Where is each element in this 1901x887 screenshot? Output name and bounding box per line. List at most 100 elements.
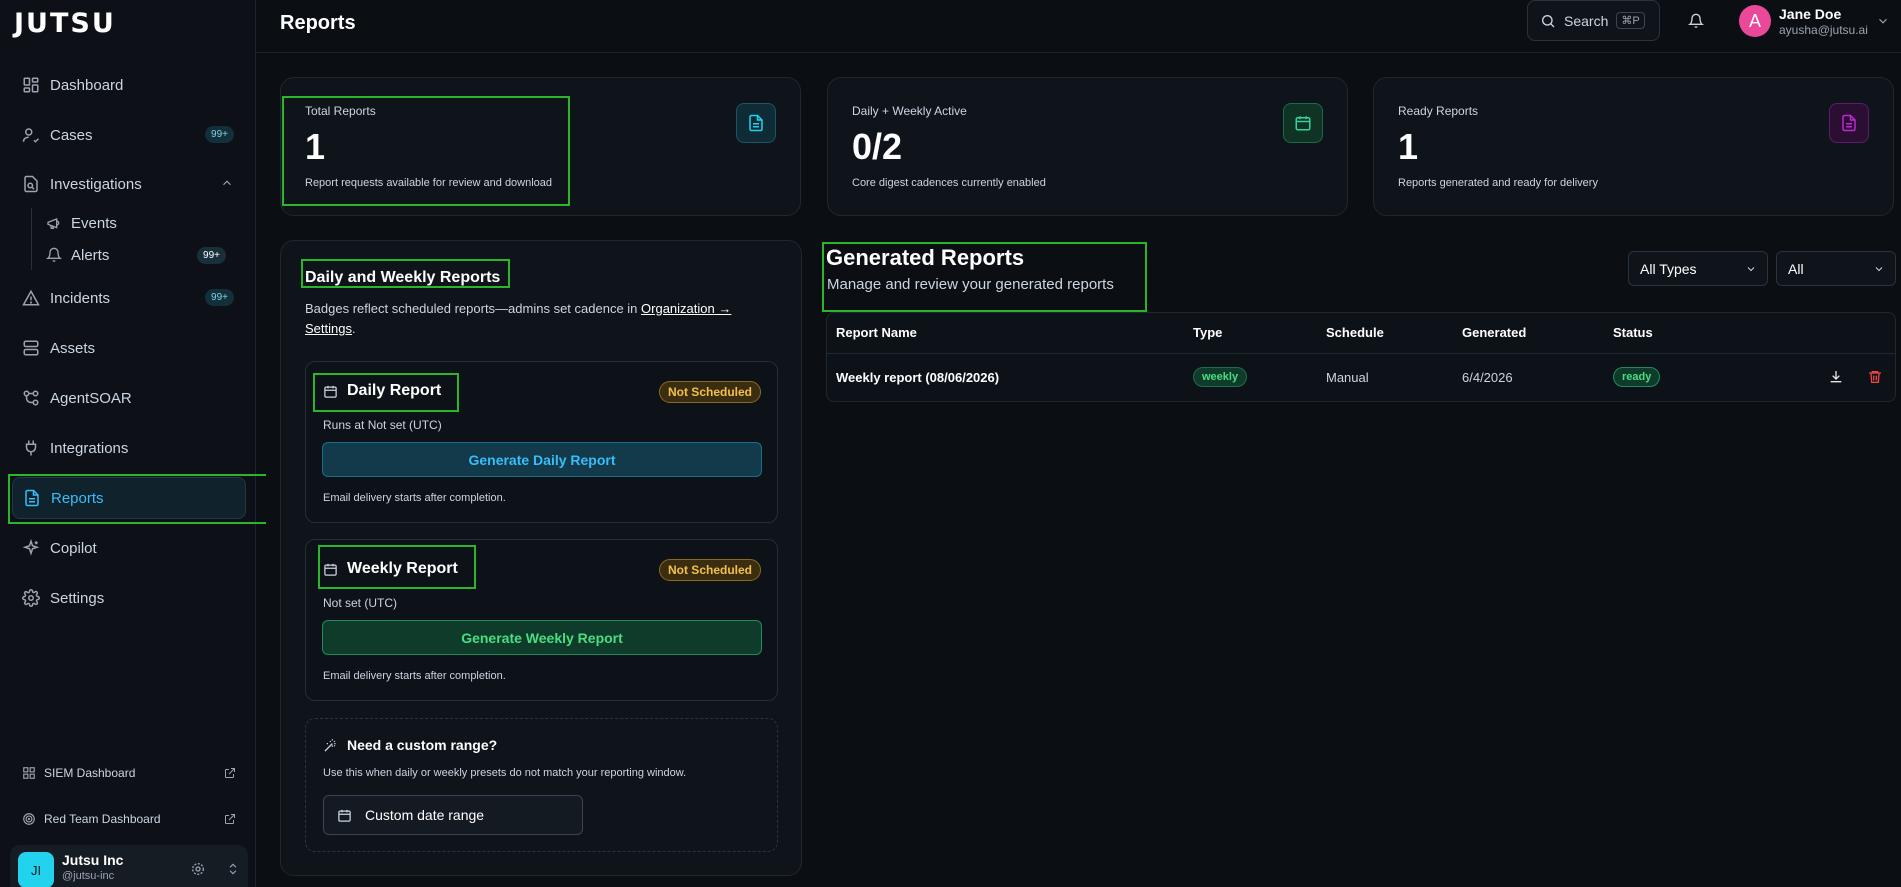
- column-header[interactable]: Generated: [1462, 325, 1526, 340]
- status-badge: Not Scheduled: [658, 559, 761, 581]
- sidebar-item-label: Incidents: [50, 289, 111, 307]
- report-name: Weekly report (08/06/2026): [836, 370, 1000, 385]
- daily-report-note: Email delivery starts after completion.: [323, 492, 506, 504]
- chevron-down-icon[interactable]: [1876, 14, 1890, 28]
- sidebar-item-label: Reports: [51, 489, 104, 507]
- custom-date-range-label: Custom date range: [365, 807, 485, 823]
- download-icon[interactable]: [1828, 369, 1844, 385]
- row-divider: [827, 353, 1895, 354]
- sidebar-item-cases[interactable]: Cases 99+: [12, 114, 246, 156]
- column-header[interactable]: Type: [1193, 325, 1222, 340]
- search-label: Search: [1564, 12, 1609, 29]
- stat-desc: Report requests available for review and…: [305, 177, 553, 189]
- red-team-dashboard-link[interactable]: Red Team Dashboard: [22, 807, 236, 831]
- search-shortcut: ⌘P: [1616, 12, 1645, 29]
- weekly-report-title-text: Weekly Report: [347, 560, 458, 577]
- stat-value: 1: [1398, 126, 1419, 167]
- org-switcher[interactable]: JI Jutsu Inc @jutsu-inc: [10, 845, 248, 887]
- sidebar-item-incidents[interactable]: Incidents 99+: [12, 277, 246, 319]
- daily-report-card: Daily Report Not Scheduled Runs at Not s…: [305, 361, 778, 523]
- status-badge: Not Scheduled: [658, 381, 761, 403]
- chevron-up-icon[interactable]: [220, 176, 234, 190]
- panel-title: Daily and Weekly Reports: [305, 269, 501, 286]
- trash-icon[interactable]: [1867, 369, 1883, 385]
- sidebar-item-label: AgentSOAR: [50, 389, 132, 407]
- sidebar-item-assets[interactable]: Assets: [12, 327, 246, 369]
- sidebar-item-label: Investigations: [50, 175, 142, 193]
- search-icon: [1540, 13, 1556, 29]
- weekly-report-runs: Not set (UTC): [323, 596, 398, 610]
- file-check-icon: [1840, 114, 1858, 132]
- count-badge: 99+: [205, 289, 234, 306]
- search-button[interactable]: Search ⌘P: [1527, 0, 1660, 41]
- column-header[interactable]: Report Name: [836, 325, 917, 340]
- stat-card-ready: Ready Reports 1 Reports generated and re…: [1373, 77, 1894, 216]
- count-badge: 99+: [197, 247, 226, 264]
- sidebar-item-copilot[interactable]: Copilot: [12, 527, 246, 569]
- sidebar-item-events[interactable]: Events: [46, 208, 236, 238]
- daily-report-title: Daily Report: [323, 382, 441, 400]
- stat-desc: Core digest cadences currently enabled: [852, 177, 1046, 189]
- column-header[interactable]: Status: [1613, 325, 1653, 340]
- plug-icon: [22, 439, 40, 457]
- stat-label: Daily + Weekly Active: [852, 104, 967, 118]
- sidebar: JUTSU Dashboard Cases 99+ Investigations…: [0, 0, 266, 887]
- org-name: Jutsu Inc: [62, 852, 124, 868]
- column-header[interactable]: Schedule: [1326, 325, 1384, 340]
- sidebar-item-label: Events: [71, 214, 117, 232]
- notification-bell-icon[interactable]: [1688, 13, 1704, 29]
- sidebar-item-agentsoar[interactable]: AgentSOAR: [12, 377, 246, 419]
- generate-daily-report-button[interactable]: Generate Daily Report: [322, 442, 762, 477]
- sidebar-item-reports[interactable]: Reports: [12, 477, 246, 519]
- type-filter-select[interactable]: All Types: [1628, 251, 1768, 286]
- user-name: Jane Doe: [1779, 6, 1842, 22]
- sparkle-icon: [22, 539, 40, 557]
- status-filter-value: All: [1788, 260, 1804, 277]
- target-icon: [22, 812, 36, 826]
- avatar[interactable]: A: [1739, 5, 1771, 37]
- sidebar-item-investigations[interactable]: Investigations: [12, 163, 246, 205]
- external-link-icon: [224, 813, 236, 825]
- megaphone-icon: [46, 215, 62, 231]
- daily-report-runs: Runs at Not set (UTC): [323, 418, 442, 432]
- type-filter-value: All Types: [1640, 260, 1697, 277]
- calendar-icon: [323, 562, 338, 577]
- custom-date-range-button[interactable]: Custom date range: [323, 795, 583, 835]
- chevron-down-icon: [1873, 263, 1885, 275]
- stat-icon-box: [736, 103, 776, 143]
- status-badge: ready: [1613, 367, 1661, 387]
- cases-icon: [22, 126, 40, 144]
- siem-dashboard-link[interactable]: SIEM Dashboard: [22, 761, 236, 785]
- file-text-icon: [747, 114, 765, 132]
- external-link-icon: [224, 767, 236, 779]
- status-filter-select[interactable]: All: [1776, 251, 1896, 286]
- sidebar-item-label: Cases: [50, 126, 93, 144]
- calendar-icon: [323, 384, 338, 399]
- server-icon: [22, 339, 40, 357]
- custom-range-title: Need a custom range?: [323, 737, 497, 753]
- org-avatar: JI: [18, 852, 54, 887]
- warning-icon: [22, 289, 40, 307]
- stat-icon-box: [1829, 103, 1869, 143]
- bell-icon: [46, 247, 62, 263]
- stat-card-active: Daily + Weekly Active 0/2 Core digest ca…: [827, 77, 1348, 216]
- type-badge: weekly: [1193, 367, 1248, 387]
- gear-icon[interactable]: [190, 861, 206, 877]
- weekly-report-title: Weekly Report: [323, 560, 458, 578]
- report-schedule: Manual: [1326, 370, 1369, 385]
- dashboard-icon: [22, 76, 40, 94]
- generate-weekly-report-button[interactable]: Generate Weekly Report: [322, 620, 762, 655]
- schedule-panel: Daily and Weekly Reports Badges reflect …: [280, 240, 802, 876]
- weekly-report-note: Email delivery starts after completion.: [323, 670, 506, 682]
- sidebar-item-integrations[interactable]: Integrations: [12, 427, 246, 469]
- sidebar-item-alerts[interactable]: Alerts 99+: [46, 240, 236, 270]
- agent-icon: [22, 389, 40, 407]
- sidebar-item-label: Settings: [50, 589, 105, 607]
- investigations-icon: [22, 175, 40, 193]
- sidebar-item-dashboard[interactable]: Dashboard: [12, 64, 246, 106]
- topbar: Reports Search ⌘P A Jane Doe ayusha@juts…: [256, 0, 1901, 53]
- sidebar-item-settings[interactable]: Settings: [12, 577, 246, 619]
- chevrons-up-down-icon[interactable]: [226, 861, 240, 877]
- stat-desc: Reports generated and ready for delivery: [1398, 177, 1598, 189]
- app-logo[interactable]: JUTSU: [14, 8, 116, 39]
